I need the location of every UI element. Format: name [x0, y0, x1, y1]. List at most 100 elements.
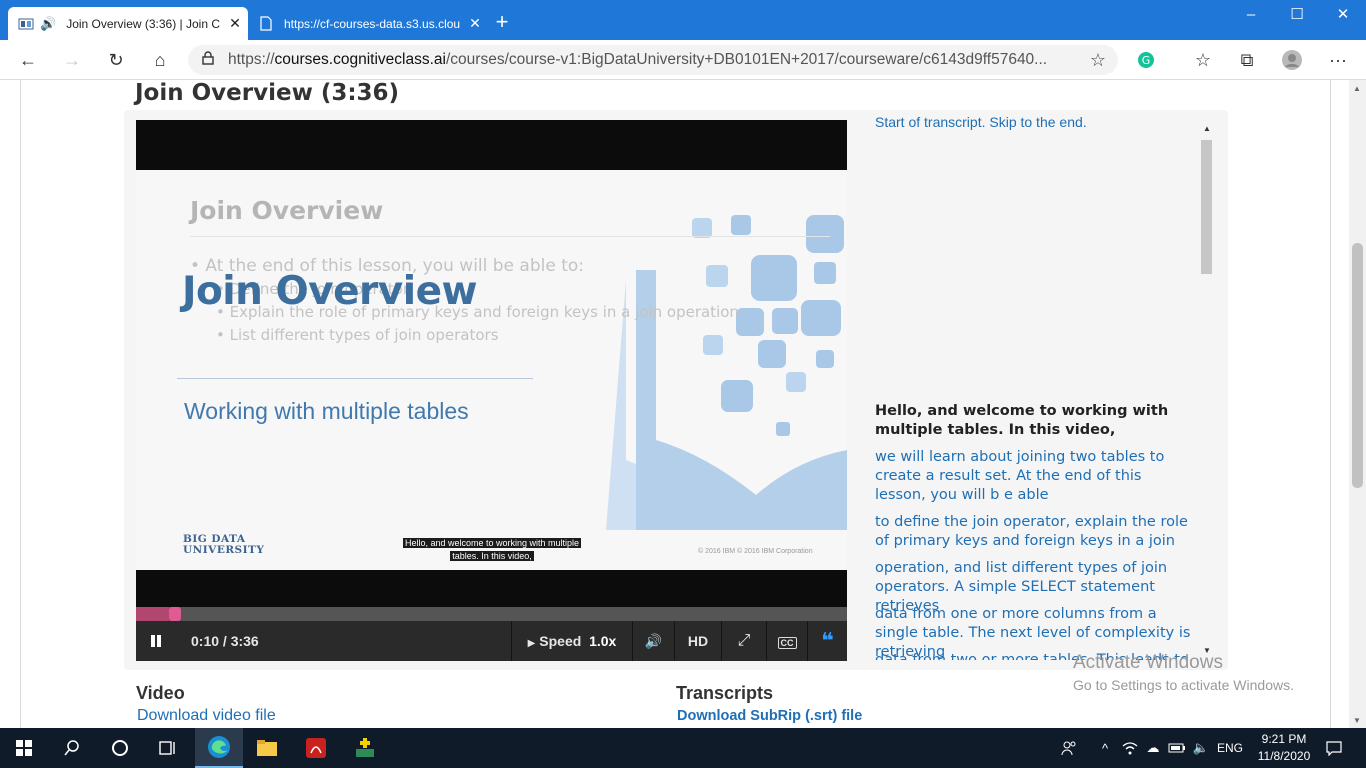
onedrive-cloud-icon[interactable]: ☁ — [1143, 728, 1163, 768]
address-bar[interactable]: https://courses.cognitiveclass.ai/course… — [188, 45, 1118, 75]
battery-icon[interactable] — [1167, 728, 1187, 768]
page-icon — [258, 16, 274, 32]
url-text: https://courses.cognitiveclass.ai/course… — [228, 51, 1078, 69]
slide-background-title: Join Overview — [190, 196, 384, 225]
url-path: /courses/course-v1:BigDataUniversity+DB0… — [445, 51, 1048, 68]
app-launcher-icon[interactable] — [341, 728, 389, 768]
video-downloads-heading: Video — [136, 683, 185, 703]
grammarly-icon[interactable]: G — [1132, 46, 1160, 74]
fullscreen-icon[interactable]: ⤢ — [722, 621, 766, 661]
edge-browser-icon[interactable] — [195, 728, 243, 768]
refresh-icon[interactable]: ↻ — [102, 46, 130, 74]
speaker-icon[interactable]: 🔈 — [1190, 728, 1212, 768]
file-explorer-icon[interactable] — [243, 728, 291, 768]
language-indicator[interactable]: ENG — [1216, 728, 1244, 768]
chevron-up-icon[interactable]: ^ — [1096, 728, 1114, 768]
transcript-line[interactable]: we will learn about joining two tables t… — [875, 448, 1193, 505]
cortana-icon[interactable] — [96, 728, 144, 768]
transcripts-heading: Transcripts — [676, 683, 774, 703]
video-frame[interactable]: Join Overview • At the end of this lesso… — [136, 170, 847, 570]
maximize-icon[interactable]: ☐ — [1274, 0, 1320, 32]
pause-button[interactable] — [144, 621, 168, 661]
page-scroll-down-icon[interactable]: ▼ — [1353, 716, 1361, 725]
back-arrow-icon[interactable]: ← — [14, 46, 42, 74]
notifications-icon[interactable] — [1322, 728, 1346, 768]
more-menu-icon[interactable]: ··· — [1324, 46, 1352, 74]
skip-to-end-link[interactable]: Start of transcript. Skip to the end. — [875, 114, 1087, 130]
lock-icon[interactable] — [188, 50, 228, 70]
slide-main-title: Join Overview — [182, 269, 478, 314]
unit-title: Join Overview (3:36) — [135, 80, 400, 106]
url-host: courses.cognitiveclass.ai — [274, 51, 446, 68]
people-icon[interactable] — [1058, 728, 1080, 768]
download-srt-link[interactable]: Download SubRip (.srt) file — [677, 708, 862, 724]
hd-button[interactable]: HD — [675, 621, 721, 661]
download-video-link[interactable]: Download video file — [137, 707, 276, 725]
activate-windows-watermark: Activate Windows — [1073, 652, 1223, 673]
video-caption: Hello, and welcome to working with multi… — [402, 537, 582, 563]
url-prefix: https:// — [228, 51, 275, 68]
video-player[interactable]: Join Overview • At the end of this lesso… — [136, 120, 847, 661]
transcript-line[interactable]: Hello, and welcome to working with multi… — [875, 402, 1193, 440]
cc-icon: CC — [777, 637, 797, 649]
content-border — [20, 80, 21, 728]
minimize-icon[interactable]: – — [1228, 0, 1274, 32]
system-clock[interactable]: 9:21 PM 11/8/2020 — [1246, 731, 1322, 765]
audio-playing-icon[interactable]: 🔊 — [40, 16, 56, 32]
search-icon[interactable] — [48, 728, 96, 768]
transcript-line[interactable]: to define the join operator, explain the… — [875, 513, 1193, 551]
speed-value: 1.0x — [589, 633, 617, 649]
scroll-up-arrow-icon[interactable]: ▲ — [1203, 124, 1211, 133]
progress-fill — [136, 607, 169, 621]
caption-line: Hello, and welcome to working with multi… — [402, 538, 582, 548]
transcript-toggle-icon[interactable]: ❝ — [808, 621, 847, 661]
slide-graphic — [606, 215, 847, 530]
video-controls: 0:10 / 3:36 ▶ Speed 1.0x 🔊 HD ⤢ CC ❝ — [136, 621, 847, 661]
favorite-star-icon[interactable]: ☆ — [1078, 50, 1118, 71]
page-scroll-thumb[interactable] — [1352, 243, 1363, 488]
home-icon[interactable]: ⌂ — [146, 46, 174, 74]
content-border — [1330, 80, 1331, 728]
task-view-icon[interactable] — [144, 728, 192, 768]
browser-tab-strip: 🔊 Join Overview (3:36) | Join C ✕ https:… — [0, 0, 1366, 40]
favorites-list-icon[interactable]: ☆ — [1189, 46, 1217, 74]
closed-captions-button[interactable]: CC — [767, 621, 807, 661]
new-tab-button[interactable]: + — [492, 11, 512, 33]
speed-label: Speed — [539, 633, 582, 649]
windows-start-icon[interactable] — [0, 728, 48, 768]
acrobat-reader-icon[interactable] — [292, 728, 340, 768]
windows-taskbar: ^ ☁ 🔈 ENG 9:21 PM 11/8/2020 — [0, 728, 1366, 768]
big-data-university-logo: BIG DATA UNIVERSITY — [183, 534, 264, 556]
close-window-icon[interactable]: ✕ — [1320, 0, 1366, 32]
transcript-panel[interactable]: Start of transcript. Skip to the end. He… — [860, 110, 1210, 660]
speed-button[interactable]: ▶ Speed 1.0x — [512, 621, 632, 661]
progress-handle[interactable] — [168, 607, 181, 621]
collections-icon[interactable]: ⧉ — [1233, 46, 1261, 74]
close-tab-icon[interactable]: ✕ — [462, 15, 488, 32]
slide-bullet: • List different types of join operators — [216, 326, 499, 344]
video-progress-bar[interactable] — [136, 607, 847, 621]
forward-arrow-icon[interactable]: → — [58, 46, 86, 74]
tab-title: https://cf-courses-data.s3.us.clou — [284, 16, 461, 31]
transcript-scroll-thumb[interactable] — [1201, 140, 1212, 274]
page-scroll-up-icon[interactable]: ▲ — [1353, 84, 1361, 93]
wifi-icon[interactable] — [1120, 728, 1140, 768]
tab-join-overview[interactable]: 🔊 Join Overview (3:36) | Join C ✕ — [8, 7, 248, 40]
slide-subtitle: Working with multiple tables — [184, 398, 469, 424]
slide-copyright: © 2016 IBM © 2016 IBM Corporation — [698, 548, 813, 555]
caret-right-icon: ▶ — [527, 638, 536, 649]
clock-time: 9:21 PM — [1261, 732, 1307, 746]
volume-button[interactable]: 🔊 — [633, 621, 674, 661]
logo-line: UNIVERSITY — [183, 544, 265, 556]
tab-transcript-url[interactable]: https://cf-courses-data.s3.us.clou ✕ — [248, 7, 488, 40]
caption-line: tables. In this video, — [450, 551, 534, 561]
time-display: 0:10 / 3:36 — [191, 633, 259, 649]
profile-avatar-icon[interactable] — [1278, 46, 1306, 74]
browser-toolbar: ← → ↻ ⌂ https://courses.cognitiveclass.a… — [0, 40, 1366, 80]
svg-text:G: G — [1142, 54, 1151, 67]
clock-date: 11/8/2020 — [1257, 749, 1311, 763]
slide-divider — [177, 378, 533, 379]
cognitive-class-icon — [18, 16, 34, 32]
close-tab-icon[interactable]: ✕ — [222, 15, 248, 32]
page-content: Join Overview (3:36) Join Overview • At … — [0, 80, 1366, 728]
